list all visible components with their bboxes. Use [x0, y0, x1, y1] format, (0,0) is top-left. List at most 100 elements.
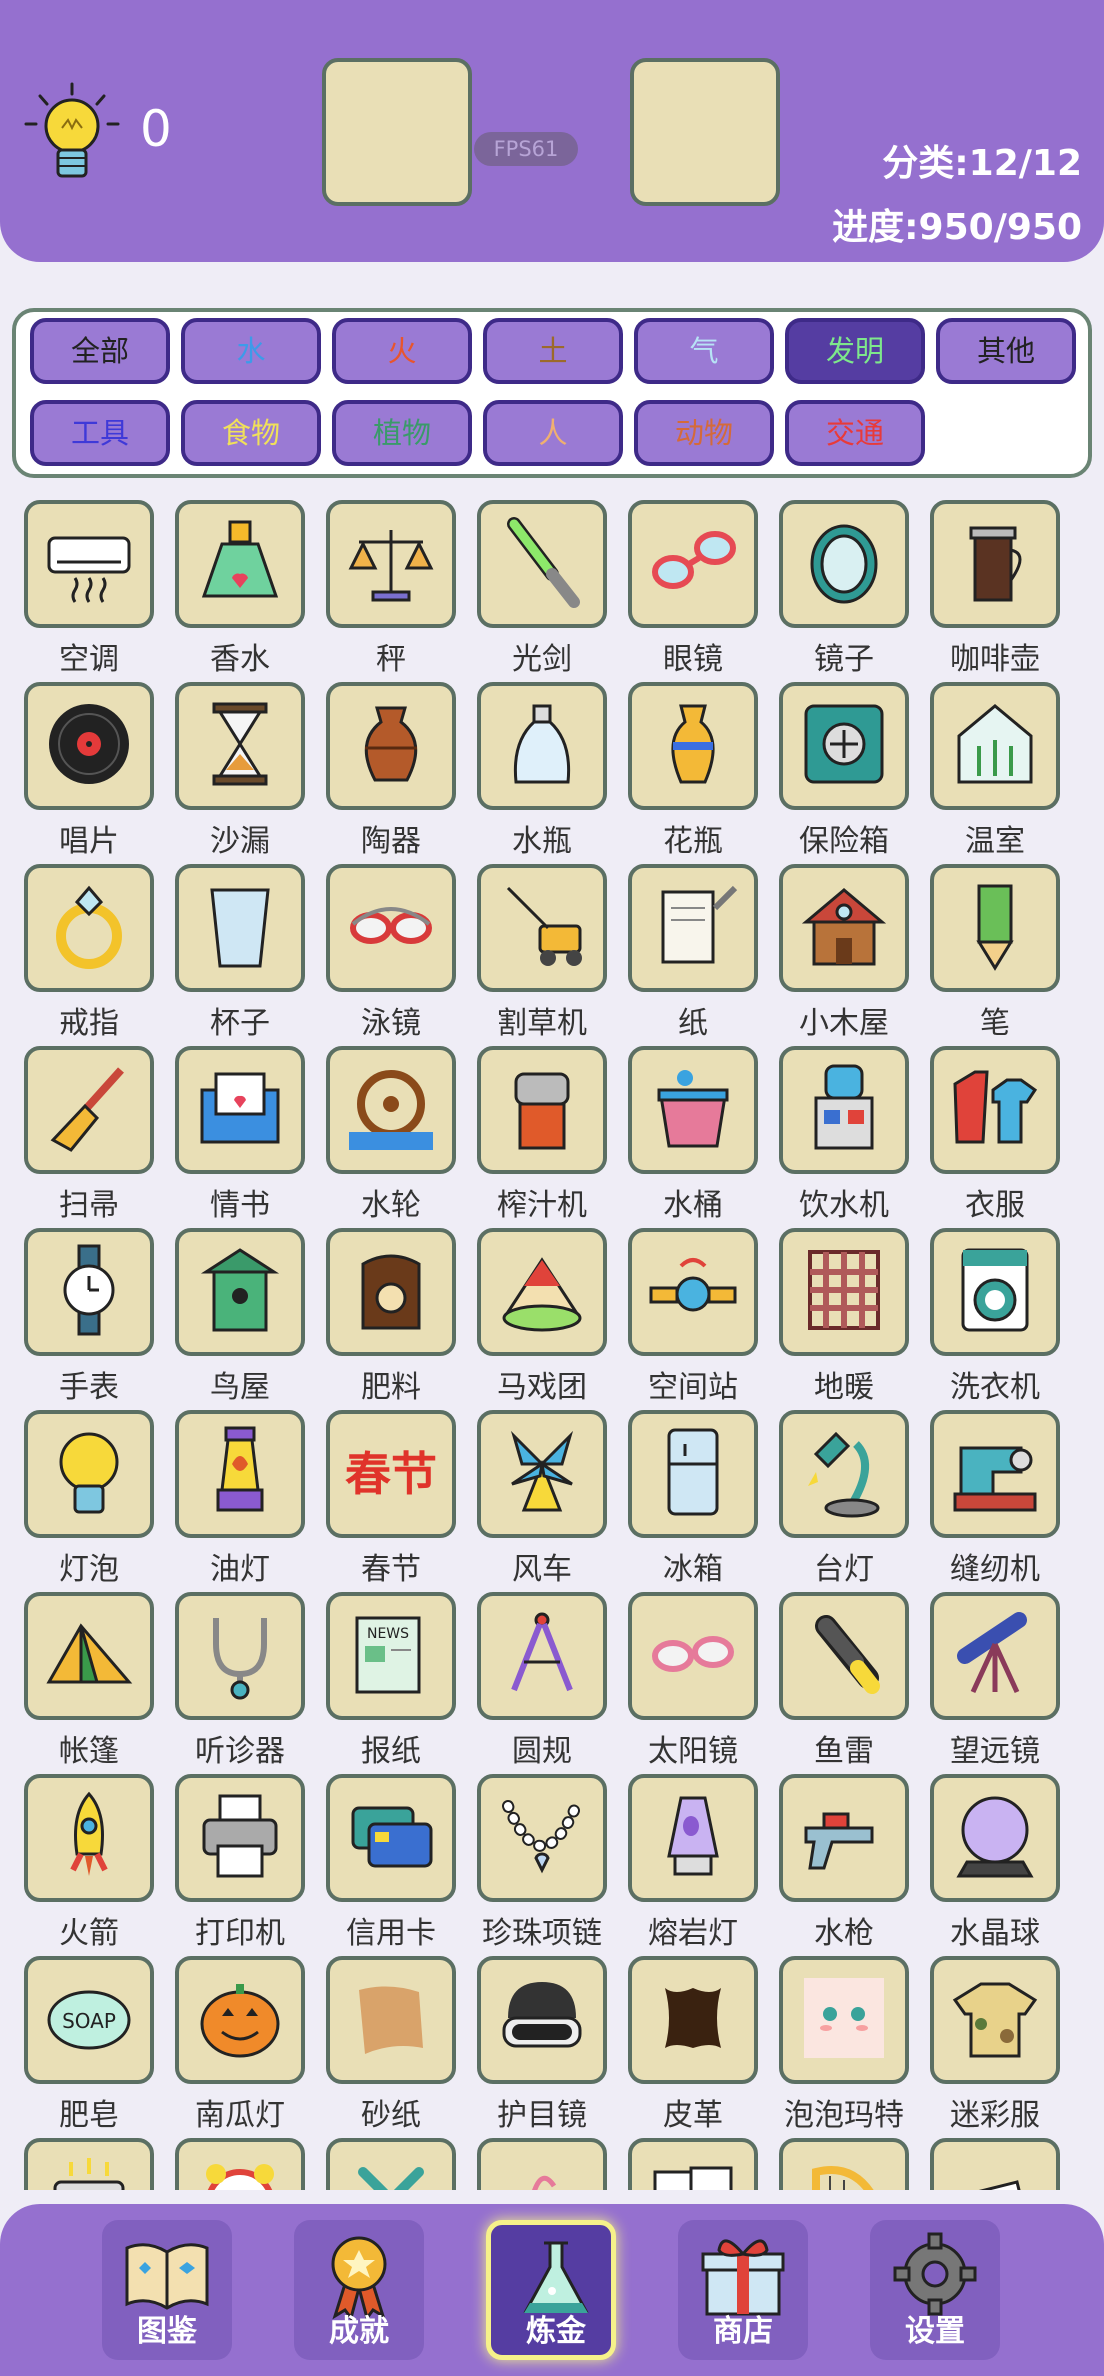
item-tile[interactable] [930, 864, 1060, 992]
item-card[interactable]: 珍珠项链 [477, 1774, 607, 1951]
item-tile[interactable] [326, 682, 456, 810]
item-card[interactable]: 肥料 [326, 1228, 456, 1405]
item-card[interactable]: 空间站 [628, 1228, 758, 1405]
filter-交通[interactable]: 交通 [785, 400, 925, 466]
item-tile[interactable] [477, 1956, 607, 2084]
item-card[interactable]: 水轮 [326, 1046, 456, 1223]
item-tile[interactable] [628, 1228, 758, 1356]
item-card[interactable]: 情书 [175, 1046, 305, 1223]
item-card[interactable]: 信用卡 [326, 1774, 456, 1951]
item-tile[interactable] [779, 864, 909, 992]
item-card[interactable]: 望远镜 [930, 1592, 1060, 1769]
item-card[interactable]: 扫帚 [24, 1046, 154, 1223]
item-tile[interactable] [477, 1592, 607, 1720]
item-tile[interactable] [175, 1228, 305, 1356]
item-card[interactable]: 泳镜 [326, 864, 456, 1041]
item-card[interactable]: 南瓜灯 [175, 1956, 305, 2133]
item-tile[interactable] [24, 1592, 154, 1720]
item-card[interactable]: 洗衣机 [930, 1228, 1060, 1405]
item-card[interactable]: 小木屋 [779, 864, 909, 1041]
item-tile[interactable] [477, 1046, 607, 1174]
item-card[interactable]: 唱片 [24, 682, 154, 859]
nav-flask[interactable]: 炼金 [486, 2220, 616, 2360]
item-tile[interactable] [326, 864, 456, 992]
item-card[interactable]: 秤 [326, 500, 456, 677]
item-tile[interactable] [930, 2138, 1060, 2190]
filter-全部[interactable]: 全部 [30, 318, 170, 384]
item-tile[interactable] [930, 500, 1060, 628]
nav-medal[interactable]: 成就 [294, 2220, 424, 2360]
item-tile[interactable] [175, 1046, 305, 1174]
item-tile[interactable] [628, 500, 758, 628]
item-tile[interactable] [175, 864, 305, 992]
item-tile[interactable] [477, 1774, 607, 1902]
item-card[interactable]: 风车 [477, 1410, 607, 1587]
item-tile[interactable] [175, 682, 305, 810]
item-card[interactable]: 香水 [175, 500, 305, 677]
filter-土[interactable]: 土 [483, 318, 623, 384]
filter-动物[interactable]: 动物 [634, 400, 774, 466]
item-tile[interactable] [779, 1410, 909, 1538]
item-tile[interactable] [779, 1774, 909, 1902]
item-tile[interactable] [326, 1956, 456, 2084]
item-card[interactable] [477, 2138, 607, 2190]
item-tile[interactable] [175, 1592, 305, 1720]
item-tile[interactable] [24, 500, 154, 628]
combine-slot-right[interactable] [630, 58, 780, 206]
item-tile[interactable] [930, 1228, 1060, 1356]
filter-植物[interactable]: 植物 [332, 400, 472, 466]
nav-gift[interactable]: 商店 [678, 2220, 808, 2360]
item-tile[interactable] [24, 2138, 154, 2190]
item-card[interactable]: 水桶 [628, 1046, 758, 1223]
item-card[interactable]: 陶器 [326, 682, 456, 859]
item-card[interactable]: 光剑 [477, 500, 607, 677]
item-tile[interactable] [628, 864, 758, 992]
item-tile[interactable] [175, 1774, 305, 1902]
item-tile[interactable]: 春节 [326, 1410, 456, 1538]
item-tile[interactable] [779, 1228, 909, 1356]
item-card[interactable]: 鱼雷 [779, 1592, 909, 1769]
item-card[interactable]: 饮水机 [779, 1046, 909, 1223]
item-card[interactable]: 手表 [24, 1228, 154, 1405]
item-card[interactable]: 水枪 [779, 1774, 909, 1951]
item-tile[interactable] [24, 1410, 154, 1538]
item-card[interactable]: 水晶球 [930, 1774, 1060, 1951]
item-tile[interactable] [628, 1956, 758, 2084]
item-tile[interactable] [628, 1592, 758, 1720]
item-tile[interactable] [477, 500, 607, 628]
item-card[interactable] [779, 2138, 909, 2190]
item-card[interactable]: 眼镜 [628, 500, 758, 677]
item-tile[interactable] [175, 1410, 305, 1538]
item-card[interactable]: 沙漏 [175, 682, 305, 859]
item-card[interactable]: 温室 [930, 682, 1060, 859]
item-tile[interactable] [24, 864, 154, 992]
item-tile[interactable] [779, 1046, 909, 1174]
item-card[interactable]: 帐篷 [24, 1592, 154, 1769]
item-card[interactable]: 太阳镜 [628, 1592, 758, 1769]
item-tile[interactable] [326, 1228, 456, 1356]
item-tile[interactable] [326, 2138, 456, 2190]
item-tile[interactable]: SOAP [24, 1956, 154, 2084]
item-tile[interactable] [477, 682, 607, 810]
item-tile[interactable] [930, 1046, 1060, 1174]
item-tile[interactable] [175, 1956, 305, 2084]
item-tile[interactable] [779, 2138, 909, 2190]
item-tile[interactable] [477, 1410, 607, 1538]
item-card[interactable]: SOAP 肥皂 [24, 1956, 154, 2133]
item-card[interactable]: 保险箱 [779, 682, 909, 859]
item-tile[interactable] [930, 682, 1060, 810]
item-tile[interactable] [24, 1046, 154, 1174]
item-tile[interactable] [779, 1956, 909, 2084]
item-tile[interactable] [175, 500, 305, 628]
item-card[interactable]: NEWS 报纸 [326, 1592, 456, 1769]
item-tile[interactable]: NEWS [326, 1592, 456, 1720]
item-tile[interactable] [930, 1774, 1060, 1902]
filter-工具[interactable]: 工具 [30, 400, 170, 466]
item-tile[interactable] [326, 500, 456, 628]
light-bulb-icon[interactable] [22, 80, 122, 190]
item-card[interactable]: 空调 [24, 500, 154, 677]
item-card[interactable] [175, 2138, 305, 2190]
item-tile[interactable] [24, 1774, 154, 1902]
nav-gear[interactable]: 设置 [870, 2220, 1000, 2360]
item-card[interactable]: 熔岩灯 [628, 1774, 758, 1951]
